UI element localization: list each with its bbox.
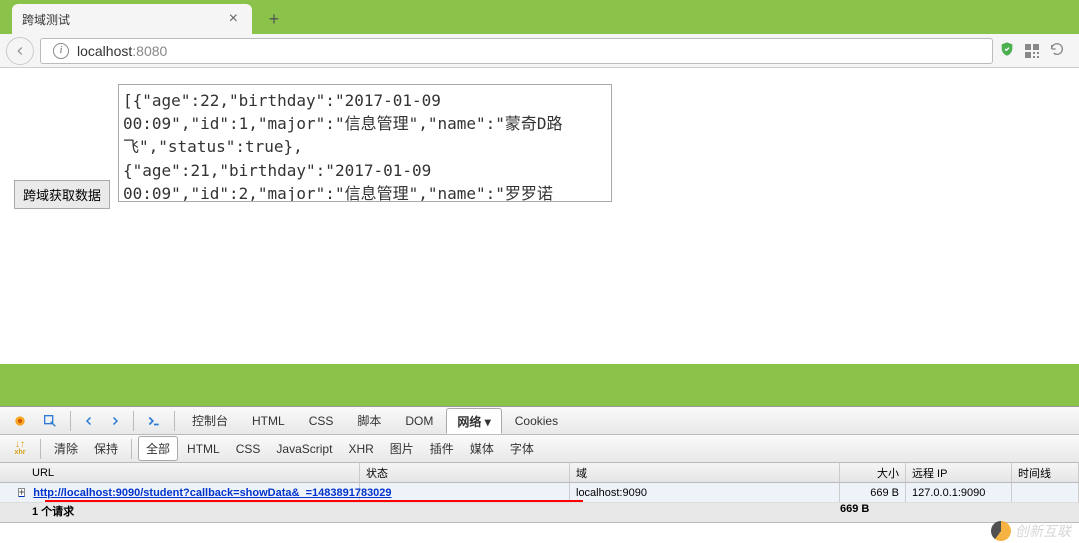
filter-image[interactable]: 图片 [383,437,421,460]
console-icon[interactable] [140,411,168,431]
filter-media[interactable]: 媒体 [463,437,501,460]
tab-dom[interactable]: DOM [394,408,444,434]
network-table: URL 状态 域 大小 远程 IP 时间线 + http://localhost:… [0,463,1079,543]
close-icon[interactable]: × [225,10,242,28]
filter-css[interactable]: CSS [229,439,268,459]
new-tab-button[interactable]: + [260,7,288,31]
watermark-text: 创新互联 [1015,521,1071,541]
devtools-panel: 控制台 HTML CSS 脚本 DOM 网络 ▾ Cookies xhr 清除 … [0,406,1079,543]
filter-xhr[interactable]: XHR [341,439,380,459]
col-ip[interactable]: 远程 IP [906,463,1012,482]
subtab-persist[interactable]: 保持 [87,437,125,460]
subtab-clear[interactable]: 清除 [47,437,85,460]
watermark-logo [991,521,1011,541]
devtools-sub-toolbar: xhr 清除 保持 全部 HTML CSS JavaScript XHR 图片 … [0,435,1079,463]
url-port: :8080 [132,43,167,59]
col-status[interactable]: 状态 [360,463,570,482]
filter-html[interactable]: HTML [180,439,227,459]
tab-script[interactable]: 脚本 [346,408,392,434]
request-ip: 127.0.0.1:9090 [906,483,1012,502]
url-input[interactable]: i localhost:8080 [40,38,993,64]
fetch-cors-button[interactable]: 跨域获取数据 [14,180,110,209]
devtools-toolbar: 控制台 HTML CSS 脚本 DOM 网络 ▾ Cookies [0,407,1079,435]
network-summary: 1 个请求 669 B [0,503,1079,523]
xhr-icon[interactable]: xhr [6,438,34,460]
request-size: 669 B [840,483,906,502]
chevron-right-icon[interactable] [103,412,127,430]
toolbar-right-icons [999,41,1073,60]
back-button[interactable] [6,37,34,65]
filter-all[interactable]: 全部 [138,436,178,461]
address-bar: i localhost:8080 [0,34,1079,68]
refresh-icon[interactable] [1049,41,1065,60]
col-timeline[interactable]: 时间线 [1012,463,1079,482]
page-body: 跨域获取数据 [0,68,1079,364]
inspect-icon[interactable] [36,410,64,432]
filter-font[interactable]: 字体 [503,437,541,460]
filter-js[interactable]: JavaScript [269,439,339,459]
expand-icon[interactable]: + [18,488,25,497]
tab-cookies[interactable]: Cookies [504,408,569,434]
response-textarea[interactable] [118,84,612,202]
network-table-header: URL 状态 域 大小 远程 IP 时间线 [0,463,1079,483]
separator [131,439,132,459]
watermark: 创新互联 [991,521,1071,541]
summary-text: 1 个请求 [0,503,360,522]
qr-icon[interactable] [1025,44,1039,58]
request-url[interactable]: http://localhost:9090/student?callback=s… [33,487,391,499]
request-timeline [1012,483,1079,502]
tab-console[interactable]: 控制台 [181,408,239,434]
tab-title: 跨域测试 [22,11,70,28]
filter-plugin[interactable]: 插件 [423,437,461,460]
browser-tab-bar: 跨域测试 × + [0,0,1079,34]
site-info-icon[interactable]: i [53,43,69,59]
request-domain: localhost:9090 [570,483,840,502]
separator [174,411,175,431]
firebug-icon[interactable] [6,410,34,432]
url-host: localhost [77,43,132,59]
separator [70,411,71,431]
shield-icon[interactable] [999,41,1015,60]
col-domain[interactable]: 域 [570,463,840,482]
browser-tab[interactable]: 跨域测试 × [12,4,252,34]
highlight-underline [45,500,583,502]
separator [40,439,41,459]
tab-network[interactable]: 网络 ▾ [446,408,501,434]
tab-css[interactable]: CSS [298,408,345,434]
url-text: localhost:8080 [77,43,167,59]
col-size[interactable]: 大小 [840,463,906,482]
separator [133,411,134,431]
summary-size: 669 B [840,503,906,522]
tab-html[interactable]: HTML [241,408,296,434]
chevron-left-icon[interactable] [77,412,101,430]
col-url[interactable]: URL [0,463,360,482]
